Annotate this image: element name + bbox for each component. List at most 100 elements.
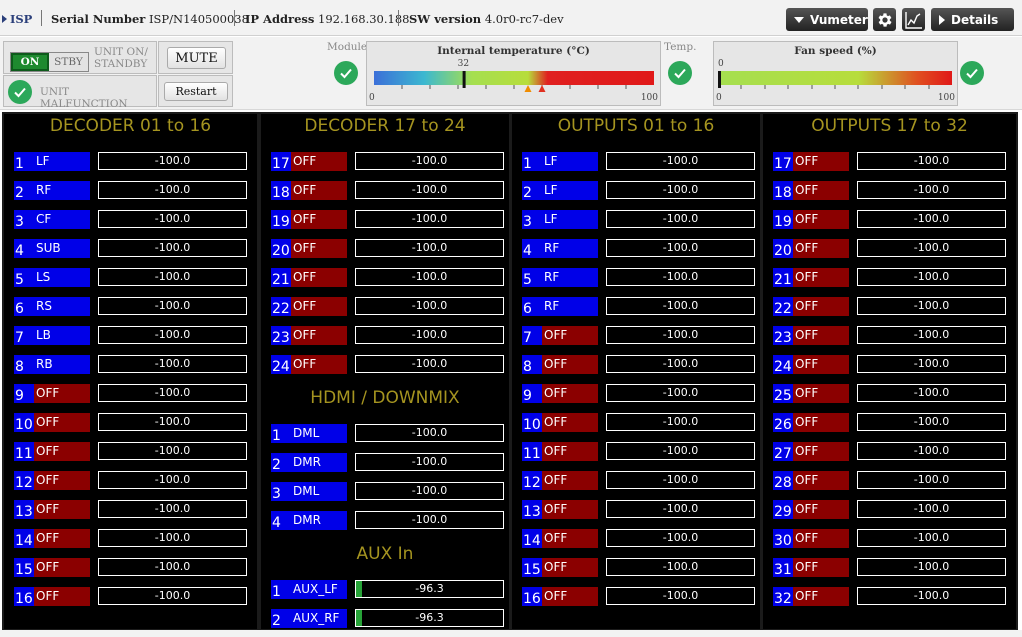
restart-box: Restart <box>158 75 233 107</box>
channel-label[interactable]: OFF <box>793 500 849 519</box>
channel-label[interactable]: OFF <box>793 181 849 200</box>
channel-label[interactable]: RF <box>542 268 598 287</box>
channel-label[interactable]: OFF <box>34 558 90 577</box>
channel-label[interactable]: LB <box>34 326 90 345</box>
temperature-markers <box>524 85 546 92</box>
channel-label[interactable]: DMR <box>291 453 347 472</box>
channel-label[interactable]: LF <box>542 210 598 229</box>
channel-label[interactable]: OFF <box>793 210 849 229</box>
channel-label[interactable]: OFF <box>793 587 849 606</box>
channel-label[interactable]: OFF <box>793 529 849 548</box>
channel-row: 1 LF -100.0 <box>14 152 251 171</box>
channel-label[interactable]: AUX_RF <box>291 609 347 628</box>
channel-label[interactable]: OFF <box>542 326 598 345</box>
channel-label[interactable]: OFF <box>291 239 347 258</box>
channel-label[interactable]: OFF <box>542 500 598 519</box>
channel-row: 9 OFF -100.0 <box>522 384 755 403</box>
channel-number: 1 <box>271 424 291 443</box>
channel-label[interactable]: OFF <box>793 384 849 403</box>
unit-onstandby-box: ON STBY UNIT ON/ STANDBY <box>3 41 157 74</box>
sw-version: SW version 4.0r0-rc7-dev <box>409 12 564 26</box>
channel-label[interactable]: OFF <box>34 500 90 519</box>
mute-button[interactable]: MUTE <box>167 47 226 69</box>
channel-row: 5 LS -100.0 <box>14 268 251 287</box>
channel-label[interactable]: OFF <box>793 558 849 577</box>
channel-label[interactable]: OFF <box>542 384 598 403</box>
channel-number: 19 <box>773 210 793 229</box>
channel-label[interactable]: LF <box>542 152 598 171</box>
channel-row: 23 OFF -100.0 <box>271 326 504 345</box>
restart-button[interactable]: Restart <box>164 82 228 101</box>
level-value: -100.0 <box>662 444 699 457</box>
channel-label[interactable]: OFF <box>542 587 598 606</box>
channel-label[interactable]: OFF <box>291 181 347 200</box>
threshold-marker <box>538 85 546 92</box>
channel-row: 7 OFF -100.0 <box>522 326 755 345</box>
channel-row: 20 OFF -100.0 <box>773 239 1010 258</box>
details-button[interactable]: Details <box>931 8 1014 31</box>
level-value: -100.0 <box>662 299 699 312</box>
channel-label[interactable]: LF <box>34 152 90 171</box>
channel-label[interactable]: OFF <box>34 529 90 548</box>
app-name[interactable]: ISP <box>10 12 32 26</box>
channel-label[interactable]: OFF <box>291 326 347 345</box>
channel-label[interactable]: LF <box>542 181 598 200</box>
channel-label[interactable]: CF <box>34 210 90 229</box>
channel-label[interactable]: OFF <box>291 268 347 287</box>
level-meter: -100.0 <box>98 384 247 402</box>
channel-label[interactable]: RF <box>542 297 598 316</box>
level-value: -100.0 <box>662 386 699 399</box>
level-value: -100.0 <box>913 299 950 312</box>
channel-label[interactable]: OFF <box>793 239 849 258</box>
channel-label[interactable]: OFF <box>34 384 90 403</box>
level-value: -100.0 <box>411 212 448 225</box>
channel-label[interactable]: DMR <box>291 511 347 530</box>
channel-label[interactable]: OFF <box>542 442 598 461</box>
channel-label[interactable]: OFF <box>793 471 849 490</box>
channel-label[interactable]: OFF <box>793 355 849 374</box>
channel-label[interactable]: DML <box>291 482 347 501</box>
channel-number: 13 <box>522 500 542 519</box>
channel-label[interactable]: RF <box>34 181 90 200</box>
temperature-min: 0 <box>369 93 375 103</box>
channel-label[interactable]: SUB <box>34 239 90 258</box>
settings-button[interactable] <box>873 8 896 31</box>
gear-icon <box>878 12 892 27</box>
level-value: -100.0 <box>913 560 950 573</box>
channel-label[interactable]: OFF <box>34 471 90 490</box>
channel-row: 2 LF -100.0 <box>522 181 755 200</box>
channel-label[interactable]: DML <box>291 424 347 443</box>
channel-label[interactable]: OFF <box>793 326 849 345</box>
channel-label[interactable]: OFF <box>291 210 347 229</box>
channel-label[interactable]: OFF <box>34 442 90 461</box>
channel-label[interactable]: OFF <box>793 268 849 287</box>
channel-label[interactable]: OFF <box>793 413 849 432</box>
vumeter-button[interactable]: Vumeter <box>786 8 868 31</box>
channel-label[interactable]: OFF <box>34 587 90 606</box>
channel-label[interactable]: OFF <box>793 442 849 461</box>
serial-number: Serial Number ISP/N140500038 <box>51 12 249 26</box>
channel-label[interactable]: RS <box>34 297 90 316</box>
channel-label[interactable]: OFF <box>542 558 598 577</box>
channel-label[interactable]: RB <box>34 355 90 374</box>
onstby-toggle[interactable]: ON STBY <box>10 52 89 72</box>
channel-number: 3 <box>271 482 291 501</box>
channel-label[interactable]: OFF <box>542 529 598 548</box>
channel-label[interactable]: AUX_LF <box>291 580 347 599</box>
channel-label[interactable]: OFF <box>542 471 598 490</box>
channel-number: 17 <box>773 152 793 171</box>
channel-label[interactable]: OFF <box>793 152 849 171</box>
on-toggle[interactable]: ON <box>11 53 49 71</box>
stby-toggle[interactable]: STBY <box>49 53 88 71</box>
channel-label[interactable]: OFF <box>542 413 598 432</box>
channel-label[interactable]: OFF <box>34 413 90 432</box>
channel-label[interactable]: LS <box>34 268 90 287</box>
channel-label[interactable]: OFF <box>291 297 347 316</box>
channel-label[interactable]: RF <box>542 239 598 258</box>
channel-number: 22 <box>773 297 793 316</box>
channel-label[interactable]: OFF <box>291 152 347 171</box>
channel-label[interactable]: OFF <box>793 297 849 316</box>
chart-button[interactable] <box>902 8 925 31</box>
channel-label[interactable]: OFF <box>291 355 347 374</box>
channel-label[interactable]: OFF <box>542 355 598 374</box>
